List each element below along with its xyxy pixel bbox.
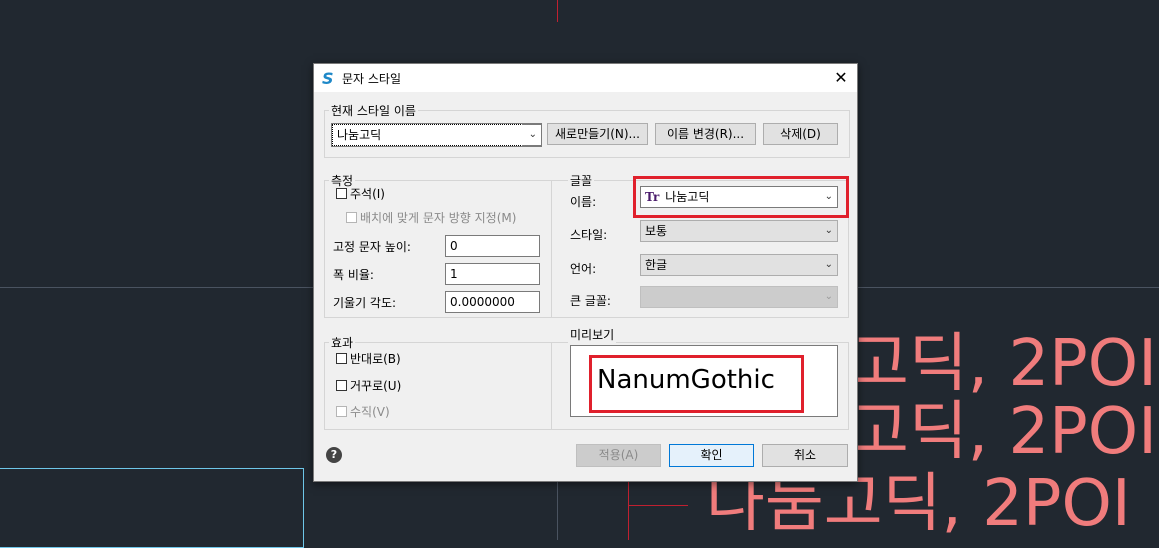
current-style-group-label: 현재 스타일 이름: [329, 102, 418, 119]
crosshair-horizontal-left: [0, 287, 313, 288]
font-name-highlight: [633, 176, 849, 218]
current-style-value: 나눔고딕: [337, 128, 382, 142]
oblique-angle-label: 기울기 각도:: [333, 296, 397, 310]
annotative-checkbox[interactable]: [336, 188, 347, 199]
bigfont-label: 큰 글꼴:: [570, 294, 611, 308]
font-style-label: 스타일:: [570, 228, 608, 242]
cad-text-line-2: 고딕, 2POI: [850, 395, 1158, 469]
crosshair-horizontal-right: [856, 287, 1159, 288]
dialog-title: 문자 스타일: [342, 72, 402, 86]
red-marker-horizontal: [628, 505, 688, 506]
font-style-select[interactable]: 보통 ⌄: [640, 220, 838, 242]
backwards-label: 반대로(B): [350, 352, 401, 366]
delete-style-button[interactable]: 삭제(D): [763, 123, 838, 145]
upside-down-checkbox[interactable]: [336, 380, 347, 391]
effects-group-label: 효과: [329, 334, 356, 351]
language-value: 한글: [645, 258, 668, 272]
width-factor-input[interactable]: 1: [445, 263, 540, 285]
close-button[interactable]: ✕: [831, 68, 851, 88]
chevron-down-icon: ⌄: [528, 129, 537, 140]
match-orientation-label: 배치에 맞게 문자 방향 지정(M): [360, 211, 517, 225]
language-select[interactable]: 한글 ⌄: [640, 254, 838, 276]
chevron-down-icon: ⌄: [824, 225, 833, 236]
font-name-label: 이름:: [570, 195, 597, 209]
current-style-select[interactable]: 나눔고딕: [331, 123, 542, 147]
red-marker-vertical: [628, 480, 629, 540]
crosshair-vertical-top: [557, 0, 558, 22]
upside-down-label: 거꾸로(U): [350, 379, 402, 393]
oblique-angle-input[interactable]: 0.0000000: [445, 291, 540, 313]
chevron-down-icon: ⌄: [824, 259, 833, 270]
backwards-checkbox[interactable]: [336, 353, 347, 364]
fixed-height-label: 고정 문자 높이:: [333, 240, 411, 254]
new-style-button[interactable]: 새로만들기(N)...: [547, 123, 648, 145]
text-style-dialog: S 문자 스타일 ✕ 현재 스타일 이름 나눔고딕 ⌄ 새로만들기(N)... …: [313, 63, 858, 482]
chevron-down-icon: ⌄: [824, 291, 833, 302]
fixed-height-input[interactable]: 0: [445, 235, 540, 257]
app-logo-icon: S: [322, 69, 334, 88]
apply-button[interactable]: 적용(A): [576, 444, 661, 467]
dialog-titlebar[interactable]: S 문자 스타일 ✕: [314, 64, 857, 92]
help-icon[interactable]: ?: [326, 447, 342, 463]
language-label: 언어:: [570, 262, 597, 276]
font-style-value: 보통: [645, 224, 668, 238]
bigfont-select[interactable]: ⌄: [640, 286, 838, 308]
vertical-label: 수직(V): [350, 405, 390, 419]
preview-text: NanumGothic: [597, 365, 775, 395]
cad-rectangle: [0, 468, 304, 548]
vertical-checkbox[interactable]: [336, 406, 347, 417]
crosshair-vertical-bottom: [557, 480, 558, 540]
match-orientation-checkbox[interactable]: [346, 212, 357, 223]
annotative-label: 주석(I): [350, 187, 385, 201]
font-group-label: 글꼴: [568, 172, 595, 189]
ok-button[interactable]: 확인: [669, 444, 754, 467]
width-factor-label: 폭 비율:: [333, 268, 374, 282]
cancel-button[interactable]: 취소: [762, 444, 848, 467]
preview-group-label: 미리보기: [568, 326, 617, 343]
rename-style-button[interactable]: 이름 변경(R)...: [655, 123, 756, 145]
cad-text-line-1: 고딕, 2POI: [850, 327, 1158, 401]
current-style-dropdown-button[interactable]: ⌄: [522, 124, 542, 146]
